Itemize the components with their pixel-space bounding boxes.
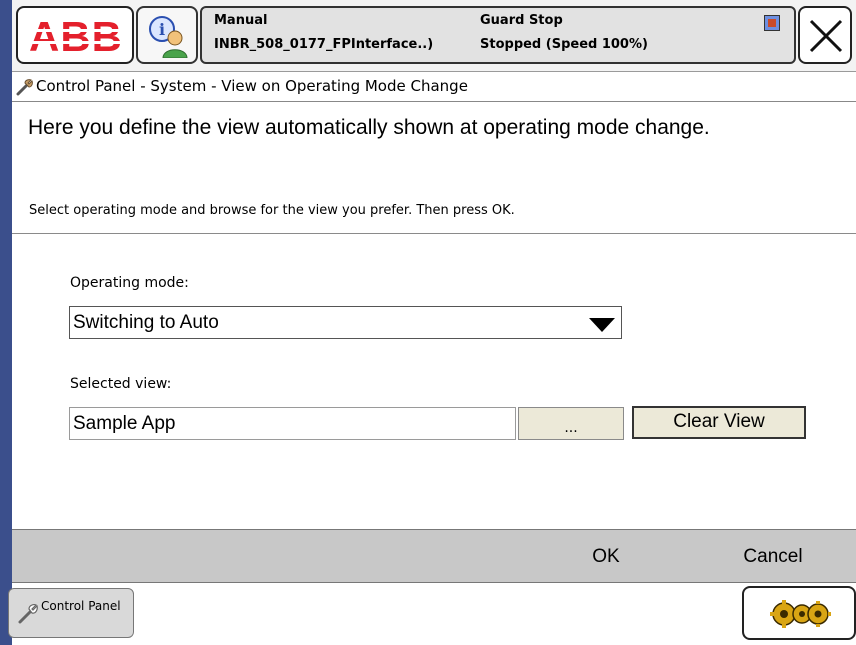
- dropdown-arrow-icon: [589, 318, 615, 332]
- control-panel-wrench-icon: [16, 79, 33, 96]
- window-edge: [0, 0, 12, 645]
- breadcrumb: Control Panel - System - View on Operati…: [12, 72, 856, 102]
- operating-mode-dropdown[interactable]: Switching to Auto: [69, 306, 622, 339]
- taskbar-control-panel-button[interactable]: Control Panel: [8, 588, 134, 638]
- abb-logo: ABB: [26, 15, 126, 57]
- browse-button[interactable]: ...: [518, 407, 624, 440]
- page-title: Here you define the view automatically s…: [28, 116, 710, 139]
- svg-text:ABB: ABB: [29, 15, 123, 57]
- selected-view-label: Selected view:: [70, 376, 172, 392]
- close-icon: [809, 19, 843, 53]
- taskbar-control-panel-label: Control Panel: [41, 599, 121, 613]
- operating-mode-label: Operating mode:: [70, 275, 189, 291]
- cancel-button[interactable]: Cancel: [673, 530, 856, 584]
- operating-mode-value: Switching to Auto: [73, 312, 219, 333]
- abb-menu-button[interactable]: ABB: [16, 6, 134, 64]
- clear-view-button[interactable]: Clear View: [632, 406, 806, 439]
- close-button[interactable]: [798, 6, 852, 64]
- info-person-icon: i: [149, 16, 188, 58]
- motor-state-status: Stopped (Speed 100%): [480, 37, 648, 52]
- header-bar: ABB i Manual INBR_508_0177_FPInterface..…: [12, 0, 856, 72]
- status-panel: Manual INBR_508_0177_FPInterface..) Guar…: [200, 6, 796, 64]
- selected-view-field[interactable]: [69, 407, 516, 440]
- operating-mode-status: Manual: [214, 13, 268, 28]
- breadcrumb-text: Control Panel - System - View on Operati…: [36, 77, 468, 95]
- gears-icon: [770, 600, 831, 628]
- quickset-button[interactable]: [742, 586, 856, 640]
- svg-text:i: i: [159, 20, 165, 39]
- instruction-text: Select operating mode and browse for the…: [29, 203, 515, 218]
- guard-status: Guard Stop: [480, 13, 563, 28]
- wrench-icon: [18, 604, 38, 624]
- status-indicator-icon: [764, 15, 780, 31]
- form-area: Operating mode: Switching to Auto Select…: [12, 235, 856, 529]
- command-bar: OK Cancel: [12, 529, 856, 583]
- system-name-status: INBR_508_0177_FPInterface..): [214, 37, 434, 52]
- description-area: Here you define the view automatically s…: [12, 102, 856, 234]
- taskbar: Control Panel: [8, 584, 856, 645]
- event-log-button[interactable]: i: [136, 6, 198, 64]
